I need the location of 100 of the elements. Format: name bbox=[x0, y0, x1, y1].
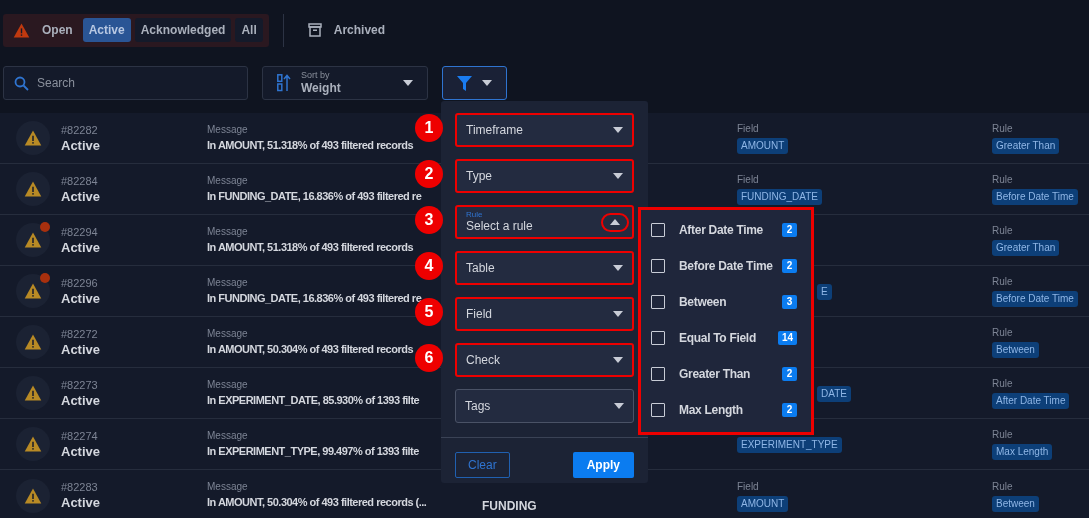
search-input[interactable]: Search bbox=[37, 74, 227, 92]
sort-select[interactable]: Sort by Weight bbox=[262, 66, 428, 100]
rule-tag: After Date Time bbox=[992, 393, 1070, 409]
alert-id: #82296 bbox=[61, 275, 99, 290]
count-badge: 3 bbox=[782, 295, 797, 309]
rule-option[interactable]: Between 3 bbox=[641, 284, 811, 320]
rule-option[interactable]: Before Date Time 2 bbox=[641, 248, 811, 284]
option-label: Before Date Time bbox=[679, 258, 774, 275]
message-text: In EXPERIMENT_DATE, 85.930% of 1393 filte bbox=[207, 392, 420, 408]
sort-value: Weight bbox=[301, 81, 342, 96]
message-text: In EXPERIMENT_TYPE, 99.497% of 1393 filte bbox=[207, 443, 419, 459]
checkbox[interactable] bbox=[651, 367, 665, 381]
caret-down-icon bbox=[403, 80, 413, 86]
status-tab[interactable]: Active bbox=[82, 18, 131, 42]
status-tab[interactable]: All bbox=[235, 18, 263, 42]
count-badge: 2 bbox=[782, 259, 797, 273]
sort-icon bbox=[277, 74, 291, 92]
field-label: Field bbox=[737, 122, 759, 136]
rule-tag: Before Date Time bbox=[992, 291, 1078, 307]
rule-tag: Before Date Time bbox=[992, 189, 1078, 205]
alert-status: Active bbox=[61, 238, 102, 256]
search-icon bbox=[14, 75, 29, 91]
rule-field-label: Rule bbox=[466, 210, 484, 219]
warning-icon bbox=[24, 282, 42, 300]
apply-button[interactable]: Apply bbox=[572, 452, 634, 478]
message-label: Message bbox=[207, 377, 248, 392]
filter-select[interactable]: Tags bbox=[455, 389, 634, 423]
field-tag: AMOUNT bbox=[737, 495, 789, 512]
rule-label: Rule bbox=[992, 224, 1013, 238]
field-tag: FUNDING_DATE bbox=[737, 189, 823, 205]
alert-id: #82283 bbox=[61, 480, 99, 494]
rule-label: Rule bbox=[992, 428, 1013, 442]
status-tab[interactable]: Acknowledged bbox=[134, 18, 232, 42]
field-tag: AMOUNT bbox=[737, 138, 789, 154]
filter-button[interactable] bbox=[442, 66, 507, 100]
message-label: Message bbox=[207, 326, 248, 341]
archived-tab[interactable]: Archived bbox=[333, 21, 386, 39]
option-label: Between bbox=[679, 294, 728, 311]
caret-down-icon bbox=[482, 80, 492, 86]
filter-select[interactable]: Timeframe bbox=[455, 113, 634, 147]
rule-option[interactable]: After Date Time 2 bbox=[641, 212, 811, 248]
warning-icon bbox=[13, 21, 30, 39]
checkbox[interactable] bbox=[651, 223, 665, 237]
alert-status: Active bbox=[61, 340, 102, 358]
field-tag: E bbox=[817, 284, 832, 300]
warning-icon bbox=[24, 435, 42, 453]
rule-tag: Max Length bbox=[992, 444, 1053, 460]
rule-label: Rule bbox=[992, 173, 1013, 187]
rule-option[interactable]: Equal To Field 14 bbox=[641, 320, 811, 356]
field-label: Field bbox=[737, 479, 759, 494]
rule-tag: Between bbox=[992, 342, 1039, 358]
alert-id: #82284 bbox=[61, 173, 99, 188]
rule-tag: Greater Than bbox=[992, 240, 1060, 256]
open-label: Open bbox=[42, 22, 73, 39]
caret-down-icon bbox=[613, 173, 623, 179]
checkbox[interactable] bbox=[651, 295, 665, 309]
rule-tag: Between bbox=[992, 495, 1039, 512]
message-label: Message bbox=[207, 122, 248, 137]
rule-label: Rule bbox=[992, 377, 1013, 391]
warning-icon bbox=[24, 129, 42, 147]
message-text: In FUNDING_DATE, 16.836% of 493 filtered re bbox=[207, 188, 422, 204]
message-text: In AMOUNT, 50.304% of 493 filtered records (... bbox=[207, 495, 427, 510]
warning-icon bbox=[24, 180, 42, 198]
warning-icon bbox=[24, 384, 42, 402]
alert-id: #82273 bbox=[61, 377, 99, 392]
alert-id: #82294 bbox=[61, 224, 99, 239]
alert-status: Active bbox=[61, 442, 102, 460]
filter-select[interactable]: Type bbox=[455, 159, 634, 193]
caret-up-icon bbox=[610, 219, 620, 225]
warning-icon bbox=[24, 333, 42, 351]
filter-select[interactable]: Field bbox=[455, 297, 634, 331]
checkbox[interactable] bbox=[651, 259, 665, 273]
rule-label: Rule bbox=[992, 122, 1013, 136]
filter-select[interactable]: Table bbox=[455, 251, 634, 285]
alert-id: #82272 bbox=[61, 326, 99, 341]
search-field[interactable]: Search bbox=[3, 66, 248, 100]
field-label: Field bbox=[737, 173, 759, 187]
count-badge: 2 bbox=[782, 223, 797, 237]
field-tag: DATE bbox=[817, 386, 851, 402]
checkbox[interactable] bbox=[651, 331, 665, 345]
filter-select[interactable]: Check bbox=[455, 343, 634, 377]
rule-input[interactable]: Select a rule bbox=[466, 219, 586, 234]
message-text: In AMOUNT, 51.318% of 493 filtered records bbox=[207, 137, 413, 153]
checkbox[interactable] bbox=[651, 403, 665, 417]
alert-status: Active bbox=[61, 187, 102, 205]
rule-option[interactable]: Greater Than 2 bbox=[641, 356, 811, 392]
count-badge: 2 bbox=[782, 367, 797, 381]
alert-status: Active bbox=[61, 391, 102, 409]
alert-status: Active bbox=[61, 289, 102, 307]
alert-id: #82274 bbox=[61, 428, 99, 443]
rule-option[interactable]: Max Length 2 bbox=[641, 392, 811, 428]
option-label: Equal To Field bbox=[679, 330, 757, 347]
sort-label: Sort by bbox=[301, 70, 331, 81]
option-label: Max Length bbox=[679, 402, 744, 419]
alert-id: #82282 bbox=[61, 122, 99, 137]
archive-icon bbox=[307, 23, 322, 37]
option-label: Greater Than bbox=[679, 366, 752, 383]
rule-tag: Greater Than bbox=[992, 138, 1060, 154]
alert-status: Active bbox=[61, 494, 102, 511]
caret-down-icon bbox=[613, 357, 623, 363]
